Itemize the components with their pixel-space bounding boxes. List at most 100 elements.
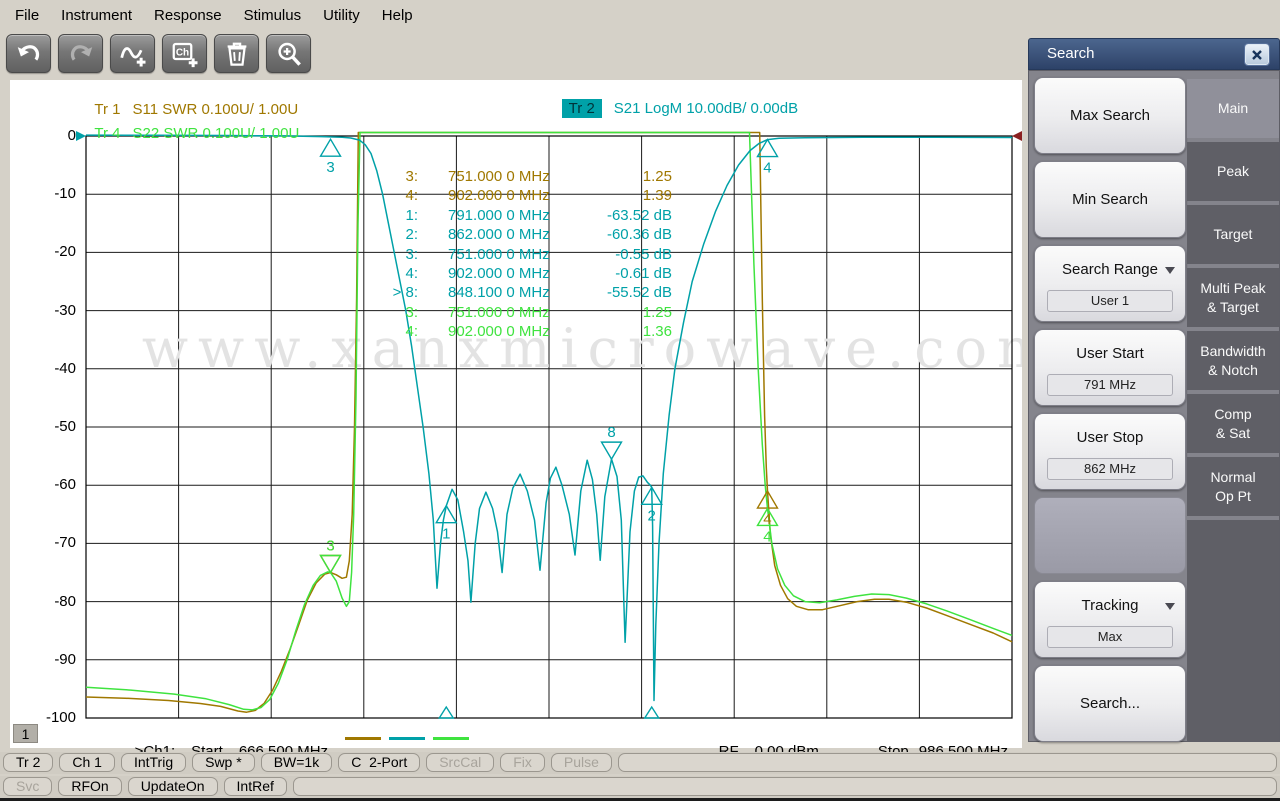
min-search-button[interactable]: Min Search [1034,161,1186,238]
blank-button [1034,497,1186,574]
undo-icon [17,44,39,61]
marker-number: 3: [405,168,418,185]
search-range-button[interactable]: Search Range User 1 [1034,245,1186,322]
zoom-button[interactable] [266,34,311,73]
button-label: User Stop [1076,429,1144,446]
delete-button[interactable] [214,34,259,73]
button-label: User Start [1076,345,1144,362]
trace-color-dash-olive [345,737,381,740]
status-rfon[interactable]: RFOn [58,777,122,796]
button-label: Search... [1079,695,1141,712]
button-label: Min Search [1072,191,1148,208]
y-axis-tick: -60 [54,476,76,494]
tab-normal[interactable]: Normal Op Pt [1187,457,1279,516]
marker-frequency[interactable]: 751.000 0 MHz [448,246,550,263]
marker-number: 4: [405,323,418,341]
search-panel-titlebar[interactable]: Search [1028,38,1280,70]
channel-number-badge[interactable]: 1 [13,724,38,743]
status-intref[interactable]: IntRef [223,777,287,796]
add-trace-icon [119,46,145,66]
marker-4-label: 4 [763,528,771,545]
y-axis-tick: -30 [54,301,76,319]
status-updateon[interactable]: UpdateOn [127,777,218,796]
button-label: Search Range [1062,261,1158,278]
status-tr-2[interactable]: Tr 2 [3,753,54,772]
search-panel: Search Max Search Min Search Search Range U… [1028,38,1280,742]
marker-value: 1.36 [642,323,672,341]
zoom-icon [277,42,301,66]
tab-bandwidth[interactable]: Bandwidth & Notch [1187,331,1279,390]
trace-color-dash-teal [389,737,425,740]
status-srccal: SrcCal [426,753,495,772]
marker-frequency[interactable]: 902.000 0 MHz [448,187,550,204]
marker-frequency[interactable]: 902.000 0 MHz [448,323,550,340]
marker-table-row: > 8: 848.100 0 MHz -55.52 dB [360,284,672,303]
menu-file[interactable]: File [4,3,50,28]
status-ch-1[interactable]: Ch 1 [59,753,115,772]
user-start-button[interactable]: User Start 791 MHz [1034,329,1186,406]
tab-target[interactable]: Target [1187,205,1279,264]
tab-main[interactable]: Main [1187,79,1279,138]
marker-frequency[interactable]: 751.000 0 MHz [448,304,550,321]
button-value[interactable]: Max [1047,626,1173,648]
tab-peak[interactable]: Peak [1187,142,1279,201]
marker-frequency[interactable]: 862.000 0 MHz [448,226,550,243]
add-channel-button[interactable]: Ch [162,34,207,73]
menu-help[interactable]: Help [371,3,424,28]
search-panel-body: Max Search Min Search Search Range User 1 Us… [1028,70,1280,742]
status-fix: Fix [500,753,545,772]
chevron-down-icon [1165,603,1175,610]
status-c-2-port[interactable]: C 2-Port [338,753,421,772]
marker-3-label: 3 [326,159,334,176]
y-axis-tick: 0 [67,127,76,144]
search-range-flag [437,705,455,719]
redo-button[interactable] [58,34,103,73]
tab-column-filler [1187,520,1279,741]
user-stop-button[interactable]: User Stop 862 MHz [1034,413,1186,490]
marker-frequency[interactable]: 791.000 0 MHz [448,207,550,224]
search-button[interactable]: Search... [1034,665,1186,742]
marker-1-label: 1 [442,526,450,543]
button-label: Tracking [1081,597,1139,614]
tracking-button[interactable]: Tracking Max [1034,581,1186,658]
button-value[interactable]: 791 MHz [1047,374,1173,396]
marker-value: -55.52 dB [606,284,672,302]
trace4-legend[interactable]: Tr 4 S22 SWR 0.100U/ 1.00U [78,108,299,159]
reference-arrow-right [1012,131,1022,141]
button-value[interactable]: 862 MHz [1047,458,1173,480]
button-value[interactable]: User 1 [1047,290,1173,312]
tab-comp[interactable]: Comp & Sat [1187,394,1279,453]
button-label: Max Search [1069,107,1151,124]
marker-frequency[interactable]: 902.000 0 MHz [448,265,550,282]
marker-table-row: 3: 751.000 0 MHz -0.55 dB [360,246,672,265]
marker-value: 1.25 [642,303,672,321]
menu-instrument[interactable]: Instrument [50,3,143,28]
status-swp-[interactable]: Swp * [192,753,255,772]
menu-response[interactable]: Response [143,3,233,28]
trace2-legend[interactable]: Tr 2 S21 LogM 10.00dB/ 0.00dB [545,82,798,135]
marker-3-label: 3 [326,538,334,555]
max-search-button[interactable]: Max Search [1034,77,1186,154]
marker-value: -0.61 dB [615,265,672,282]
status-bw-1k[interactable]: BW=1k [260,753,333,772]
status-bar-2: Svc RFOn UpdateOn IntRef [0,776,1280,798]
marker-table-row: 4: 902.000 0 MHz 1.36 [360,323,672,342]
marker-value: 1.25 [642,168,672,185]
add-trace-button[interactable] [110,34,155,73]
marker-value: -0.55 dB [615,245,672,263]
tab-multi-peak[interactable]: Multi Peak & Target [1187,268,1279,327]
menu-stimulus[interactable]: Stimulus [233,3,313,28]
marker-8-label: 8 [607,424,615,441]
menu-utility[interactable]: Utility [312,3,371,28]
y-axis-tick: -90 [54,650,76,668]
status-pulse: Pulse [550,753,612,772]
undo-button[interactable] [6,34,51,73]
add-channel-icon: Ch [172,42,197,67]
marker-3-symbol [319,554,342,574]
close-button[interactable] [1244,43,1270,66]
marker-frequency[interactable]: 848.100 0 MHz [448,284,550,301]
status-bar-1: Tr 2 Ch 1 IntTrig Swp * BW=1k C 2-Port SrcCal F… [0,752,1280,774]
status-inttrig[interactable]: IntTrig [120,753,187,772]
marker-frequency[interactable]: 751.000 0 MHz [448,168,550,185]
marker-table-row: 3: 751.000 0 MHz 1.25 [360,168,672,187]
